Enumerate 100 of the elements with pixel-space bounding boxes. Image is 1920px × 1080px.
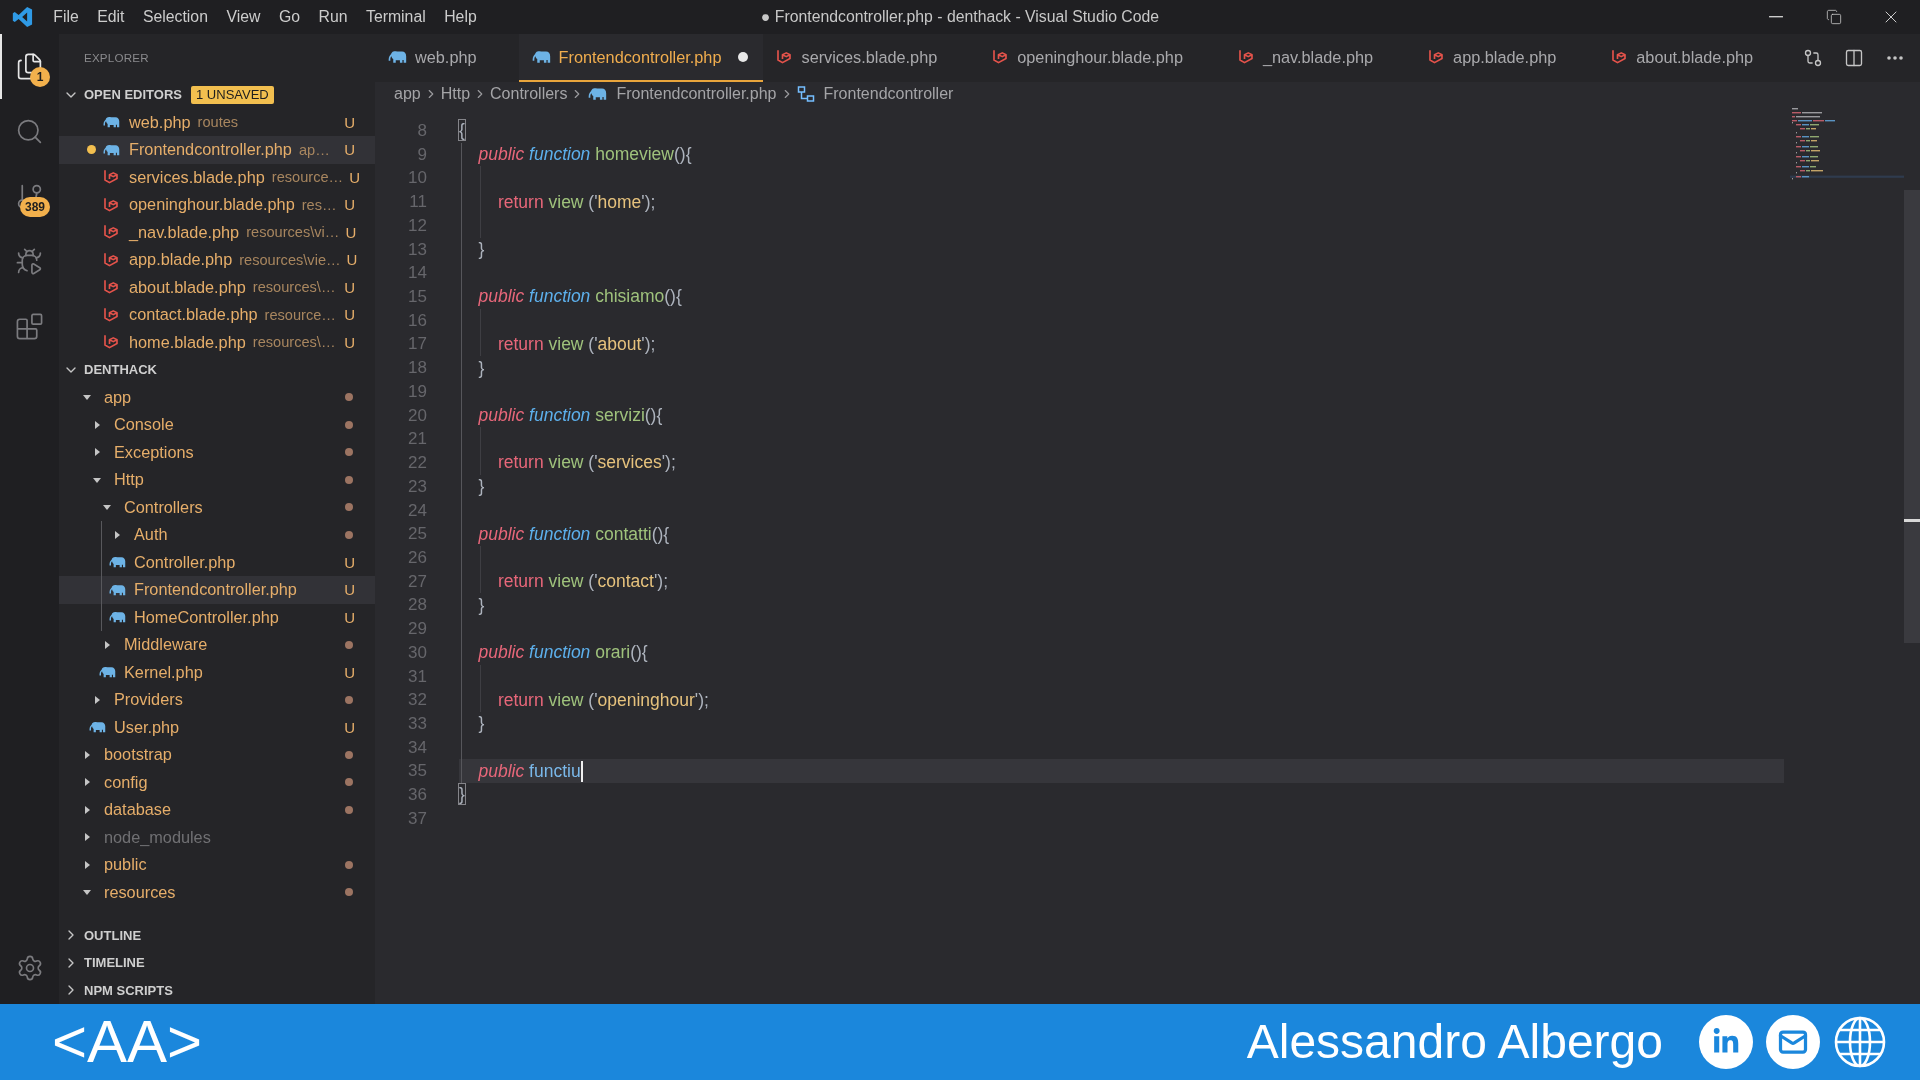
open-editor-item[interactable]: web.php routes U — [59, 108, 375, 136]
editor-tab[interactable]: services.blade.php — [763, 34, 980, 82]
tree-item[interactable]: Middleware — [59, 631, 375, 659]
tree-item[interactable]: bootstrap — [59, 741, 375, 769]
editor-tab[interactable]: web.php — [375, 34, 519, 82]
editor-tab[interactable]: app.blade.php — [1415, 34, 1599, 82]
tree-item[interactable]: Http — [59, 466, 375, 494]
line-number: 18 — [408, 357, 427, 380]
tree-item[interactable]: public — [59, 851, 375, 879]
open-editor-item[interactable]: home.blade.php resources\… U — [59, 328, 375, 356]
breadcrumb-item[interactable]: app — [394, 85, 421, 103]
bug-play-icon — [15, 247, 44, 276]
file-path: resources\… — [252, 334, 336, 351]
tree-item[interactable]: resources — [59, 878, 375, 906]
line-number: 10 — [408, 167, 427, 190]
open-editor-item[interactable]: _nav.blade.php resources\vi… U — [59, 218, 375, 246]
menu-item[interactable]: Run — [309, 0, 357, 34]
tree-item[interactable]: database — [59, 796, 375, 824]
code-line: return view ('services'); — [497, 452, 676, 474]
git-status: U — [343, 196, 355, 214]
tree-item[interactable]: Controllers — [59, 493, 375, 521]
open-editor-item[interactable]: Frontendcontroller.php ap… U — [59, 136, 375, 164]
line-number: 26 — [408, 546, 427, 569]
tree-item[interactable]: Providers — [59, 686, 375, 714]
line-number: 16 — [408, 309, 427, 332]
line-number: 37 — [408, 807, 427, 830]
status-dot-icon — [345, 888, 353, 897]
count-badge: 1 — [30, 67, 50, 87]
menu-item[interactable]: Go — [269, 0, 310, 34]
code-line: return view ('about'); — [497, 333, 656, 355]
more-icon — [1887, 56, 1904, 60]
tree-item[interactable]: Frontendcontroller.php U — [59, 576, 375, 604]
line-number: 8 — [417, 120, 427, 142]
editor-tab[interactable]: _nav.blade.php — [1224, 34, 1416, 82]
status-dot-icon — [345, 475, 353, 484]
status-dot-icon — [345, 530, 353, 539]
open-editor-item[interactable]: services.blade.php resource… U — [59, 163, 375, 191]
editor-tab[interactable]: about.blade.php — [1598, 34, 1796, 82]
git-status: U — [343, 333, 355, 351]
source-control-button[interactable]: 389 — [0, 164, 59, 229]
git-status: U — [343, 718, 355, 736]
tree-item[interactable]: app — [59, 383, 375, 411]
line-number: 29 — [408, 618, 427, 641]
line-number: 30 — [408, 641, 427, 664]
open-editor-item[interactable]: openinghour.blade.php res… U — [59, 191, 375, 219]
minimize-icon — [1769, 16, 1784, 18]
editor-tab[interactable]: Frontendcontroller.php — [518, 34, 764, 82]
unsaved-badge: 1 UNSAVED — [191, 85, 274, 104]
count-badge: 389 — [19, 197, 50, 217]
menu-item[interactable]: Edit — [87, 0, 134, 34]
breadcrumb-item[interactable]: Http — [440, 85, 471, 103]
code-line: } — [478, 713, 485, 735]
open-editor-item[interactable]: about.blade.php resources\… U — [59, 273, 375, 301]
code-line: } — [478, 238, 485, 260]
menu-item[interactable]: Help — [434, 0, 486, 34]
tree-item[interactable]: Kernel.php U — [59, 658, 375, 686]
code-line: { — [459, 120, 465, 142]
tree-item[interactable]: Console — [59, 411, 375, 439]
editor-tab[interactable]: openinghour.blade.php — [979, 34, 1225, 82]
elephant-icon — [102, 142, 120, 157]
tree-item[interactable]: config — [59, 768, 375, 796]
open-editor-item[interactable]: contact.blade.php resource… U — [59, 301, 375, 329]
tree-item[interactable]: User.php U — [59, 713, 375, 741]
menu-item[interactable]: File — [44, 0, 88, 34]
elephant-icon — [387, 50, 407, 64]
tree-item[interactable]: Controller.php U — [59, 548, 375, 576]
tree-item[interactable]: Exceptions — [59, 438, 375, 466]
menu-item[interactable]: Selection — [133, 0, 218, 34]
section-title[interactable]: TIMELINE — [84, 955, 145, 971]
git-status: U — [343, 608, 355, 626]
explorer-button[interactable]: 1 — [0, 34, 59, 99]
line-number: 34 — [408, 736, 427, 759]
line-number: 33 — [408, 712, 427, 735]
file-type-icon — [991, 48, 1010, 66]
scrollbar-thumb[interactable] — [1904, 190, 1920, 643]
status-dot-icon — [345, 393, 353, 402]
elephant-icon — [88, 720, 106, 735]
logo: <AA> — [52, 1012, 203, 1072]
tree-item[interactable]: HomeController.php U — [59, 603, 375, 631]
code-line: } — [478, 594, 485, 616]
open-editor-item[interactable]: app.blade.php resources\vie… U — [59, 246, 375, 274]
line-number: 17 — [408, 333, 427, 356]
line-number: 25 — [408, 523, 427, 546]
section-title[interactable]: DENTHACK — [84, 362, 157, 378]
menu-item[interactable]: View — [217, 0, 270, 34]
sidebar-title: EXPLORER — [84, 51, 149, 64]
git-status: U — [345, 251, 358, 269]
line-number: 15 — [408, 286, 427, 309]
git-status: U — [344, 223, 357, 241]
file-type-icon — [102, 195, 120, 214]
tree-item[interactable]: Auth — [59, 521, 375, 549]
menu-item[interactable]: Terminal — [356, 0, 435, 34]
git-status: U — [343, 141, 355, 159]
section-title[interactable]: OUTLINE — [84, 927, 142, 943]
section-title[interactable]: NPM SCRIPTS — [84, 982, 173, 998]
section-title[interactable]: OPEN EDITORS — [84, 87, 182, 103]
breadcrumb-item[interactable]: Controllers — [490, 85, 568, 103]
breadcrumb-item[interactable]: Frontendcontroller — [796, 85, 954, 103]
breadcrumb-item[interactable]: Frontendcontroller.php — [587, 85, 777, 103]
elephant-icon — [587, 87, 608, 101]
